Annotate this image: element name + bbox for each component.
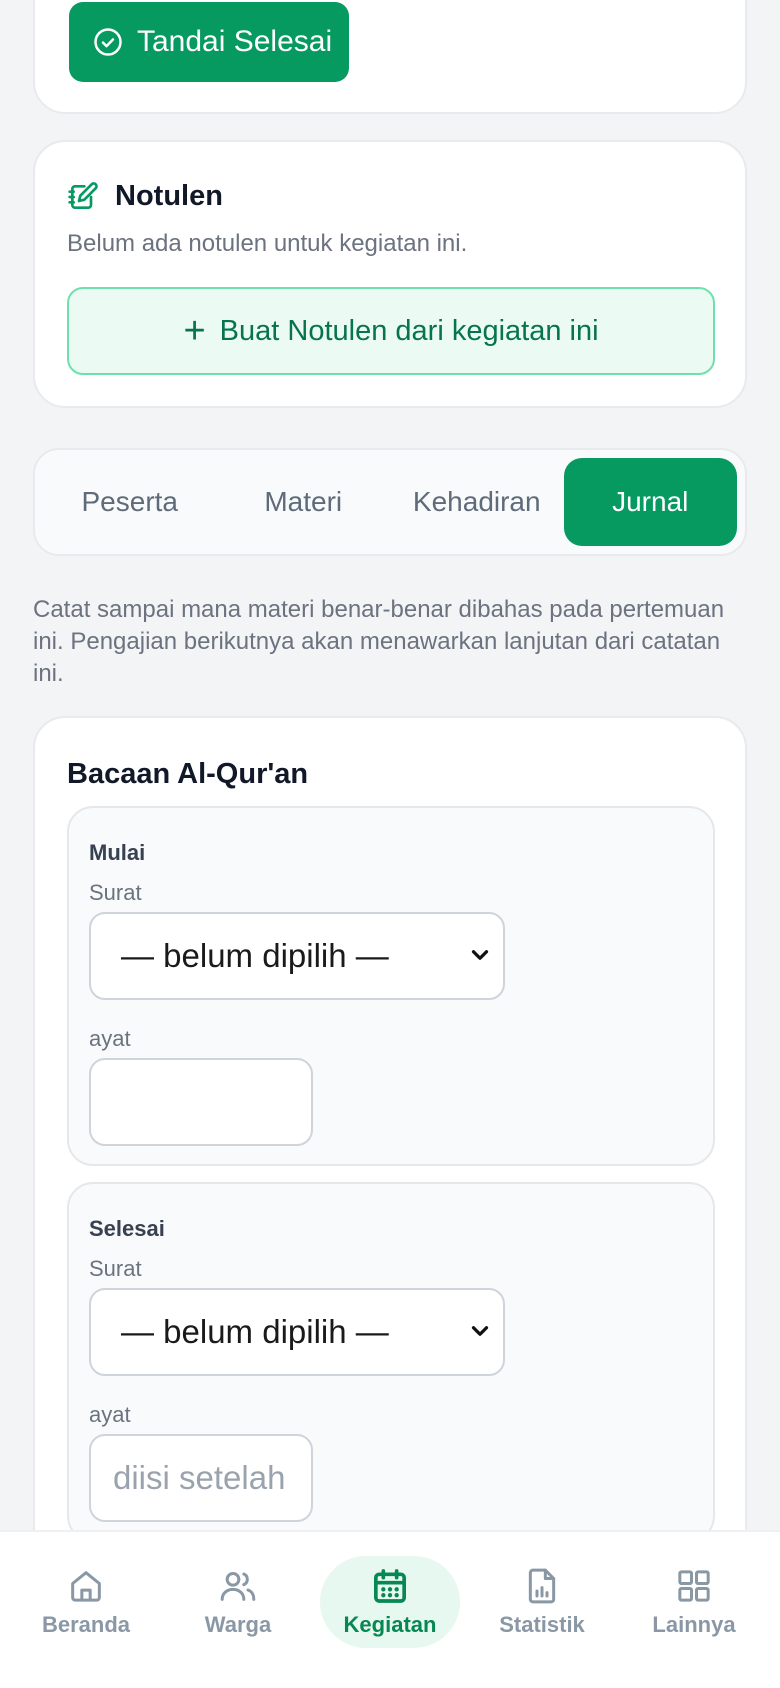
nav-statistik-label: Statistik: [499, 1612, 585, 1637]
create-notulen-label: Buat Notulen dari kegiatan ini: [219, 314, 599, 347]
mulai-title: Mulai: [89, 840, 146, 865]
mulai-surat-select[interactable]: — belum dipilih —: [89, 912, 505, 1000]
nav-beranda-label: Beranda: [41, 1612, 131, 1637]
notulen-empty-text: Belum ada notulen untuk kegiatan ini.: [67, 230, 468, 257]
calendar-icon: [374, 1569, 406, 1603]
create-notulen-button[interactable]: + Buat Notulen dari kegiatan ini: [67, 287, 715, 375]
home-icon: [71, 1571, 101, 1602]
nav-warga-label: Warga: [204, 1612, 272, 1637]
nav-statistik[interactable]: Statistik: [472, 1556, 612, 1648]
bacaan-title: Bacaan Al-Qur'an: [67, 758, 309, 790]
selesai-section: Selesai Surat — belum dipilih — ayat: [67, 1182, 715, 1542]
chevron-down-icon: [471, 1326, 489, 1336]
notulen-title: Notulen: [115, 180, 223, 212]
mark-done-button[interactable]: Tandai Selesai: [69, 2, 349, 82]
selesai-surat-label: Surat: [89, 1256, 142, 1281]
mulai-ayat-input[interactable]: [89, 1058, 313, 1146]
tab-materi[interactable]: Materi: [217, 458, 391, 546]
tab-jurnal[interactable]: Jurnal: [563, 458, 737, 546]
nav-kegiatan-label: Kegiatan: [343, 1612, 437, 1637]
mulai-surat-label: Surat: [89, 880, 142, 905]
nav-beranda[interactable]: Beranda: [16, 1556, 156, 1648]
tab-kehadiran[interactable]: Kehadiran: [390, 458, 564, 546]
activity-tabs: Peserta Materi Kehadiran Jurnal: [33, 448, 747, 556]
mulai-surat-value: — belum dipilih —: [121, 937, 389, 974]
chevron-down-icon: [471, 950, 489, 960]
mark-done-label: Tandai Selesai: [137, 25, 333, 58]
nav-lainnya-label: Lainnya: [652, 1612, 736, 1637]
users-icon: [220, 1572, 256, 1601]
bottom-navigation: Beranda Warga Kegiatan Statistik Lainnya: [0, 1530, 780, 1688]
check-circle-icon: [94, 28, 122, 56]
selesai-surat-value: — belum dipilih —: [121, 1313, 389, 1350]
notulen-card: Notulen Belum ada notulen untuk kegiatan…: [33, 140, 747, 408]
tab-peserta[interactable]: Peserta: [43, 458, 217, 546]
selesai-ayat-label: ayat: [89, 1402, 131, 1427]
nav-kegiatan[interactable]: Kegiatan: [320, 1556, 460, 1648]
nav-warga[interactable]: Warga: [168, 1556, 308, 1648]
activity-actions-card: Tandai Selesai: [33, 0, 747, 114]
selesai-surat-select[interactable]: — belum dipilih —: [89, 1288, 505, 1376]
mulai-section: Mulai Surat — belum dipilih — ayat: [67, 806, 715, 1166]
chart-file-icon: [528, 1568, 556, 1604]
grid-icon: [678, 1570, 710, 1602]
mulai-ayat-label: ayat: [89, 1026, 131, 1051]
notebook-edit-icon: [68, 181, 98, 209]
selesai-ayat-input[interactable]: [89, 1434, 313, 1522]
selesai-title: Selesai: [89, 1216, 165, 1241]
nav-lainnya[interactable]: Lainnya: [624, 1556, 764, 1648]
notulen-header: Notulen: [67, 180, 223, 213]
jurnal-description: Catat sampai mana materi benar-benar dib…: [33, 596, 725, 687]
plus-icon: +: [183, 310, 206, 352]
